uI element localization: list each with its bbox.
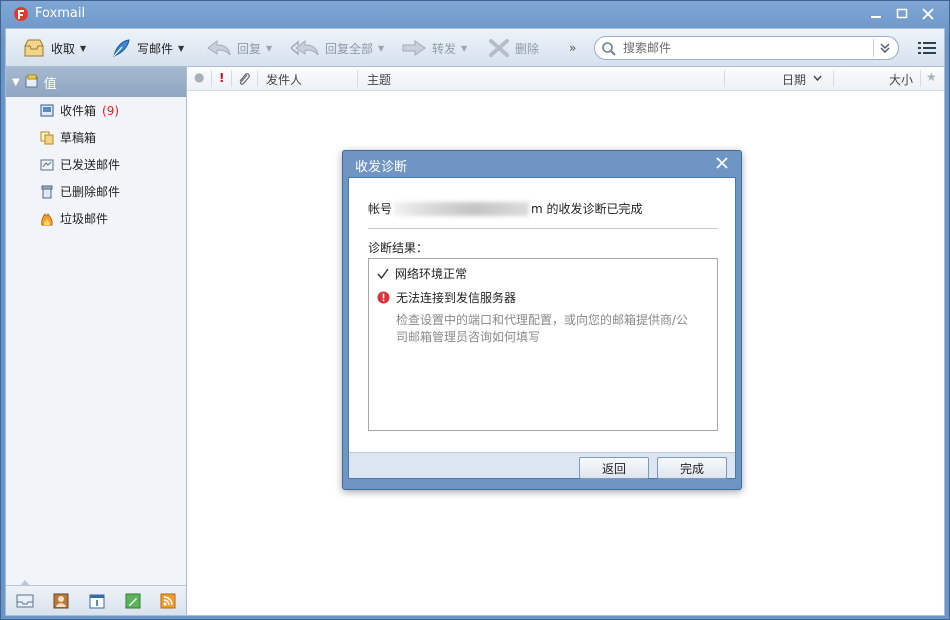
dialog-body: 帐号 m 的收发诊断已完成 诊断结果： 网络环境正常 无法连接到发信服务器 检查… [348,177,736,479]
folder-label: 垃圾邮件 [60,212,109,226]
flag-column-header[interactable]: ! [219,71,224,85]
main-toolbar: 收取 ▼ 写邮件 ▼ 回复 ▼ 回复全部 ▼ 转发 ▼ 删除 » 搜索邮件 [5,28,945,66]
reply-arrow-icon [207,39,231,56]
reply-all-button[interactable]: 回复全部 ▼ [290,29,384,67]
forward-label: 转发 [432,41,457,56]
error-icon [377,291,390,304]
inbox-tray-icon [24,39,44,57]
folder-label: 已发送邮件 [60,158,121,172]
folder-inbox[interactable]: 收件箱 (9) [6,97,186,124]
folder-drafts[interactable]: 草稿箱 [6,124,186,151]
app-title: Foxmail [35,6,86,21]
done-button[interactable]: 完成 [657,457,727,479]
foxmail-logo-icon [14,7,28,21]
sender-column-header[interactable]: 发件人 [266,71,302,88]
search-options-button[interactable] [873,39,895,57]
reply-all-arrow-icon [290,39,319,56]
reply-button[interactable]: 回复 ▼ [206,29,272,67]
mail-icon[interactable] [16,593,34,609]
forward-button[interactable]: 转发 ▼ [401,29,467,67]
divider [368,228,718,229]
status-prefix: 帐号 [368,202,393,216]
diagnosis-status: 帐号 m 的收发诊断已完成 [368,200,643,217]
compose-label: 写邮件 [137,41,174,56]
diagnosis-dialog: 收发诊断 帐号 m 的收发诊断已完成 诊断结果： 网络环境正常 无法连接到发信服… [342,150,742,490]
close-icon[interactable] [920,7,936,21]
reply-label: 回复 [237,41,262,56]
subject-column-header[interactable]: 主题 [367,71,391,88]
module-switcher [6,580,186,615]
date-column-header[interactable]: 日期 [782,71,806,88]
reply-dropdown-icon[interactable]: ▼ [266,44,272,53]
folder-label: 已删除邮件 [60,185,121,199]
trash-icon [41,185,53,198]
dialog-title: 收发诊断 [355,160,408,175]
account-header[interactable]: ▼ 值 [6,67,186,97]
reply-all-dropdown-icon[interactable]: ▼ [378,44,384,53]
folder-sent[interactable]: 已发送邮件 [6,151,186,178]
result-list: 网络环境正常 无法连接到发信服务器 检查设置中的端口和代理配置，或向您的邮箱提供… [368,258,718,431]
result-item-network: 网络环境正常 [377,265,467,282]
dialog-footer: 返回 完成 [349,452,735,479]
collapse-triangle-icon[interactable]: ▼ [12,77,20,88]
title-bar: Foxmail [1,1,949,28]
receive-label: 收取 [51,41,76,56]
compose-button[interactable]: 写邮件 ▼ [110,29,184,67]
search-input[interactable] [623,40,863,56]
rss-icon[interactable] [160,593,176,609]
result-item-smtp: 无法连接到发信服务器 [377,289,516,306]
drafts-icon [40,131,54,144]
contacts-icon[interactable] [53,593,69,609]
active-module-indicator [20,580,30,586]
receive-button[interactable]: 收取 ▼ [22,29,86,67]
search-icon [602,42,616,56]
account-name: 值 [43,76,57,92]
back-button[interactable]: 返回 [579,457,649,479]
account-icon [25,74,38,88]
feather-pen-icon [113,39,130,57]
folder-sidebar: ▼ 值 收件箱 (9) 草稿箱 已发送邮件 已删除邮件 垃圾邮件 [5,66,187,616]
maximize-icon[interactable] [894,7,910,21]
more-tools-button[interactable]: » [569,41,576,55]
star-column-icon[interactable]: ★ [926,70,937,84]
checkmark-icon [377,268,389,279]
delete-x-icon [489,39,509,57]
attachment-column-icon[interactable] [237,71,251,87]
reply-all-label: 回复全部 [325,41,374,56]
compose-dropdown-icon[interactable]: ▼ [178,44,184,53]
result-label: 诊断结果： [368,241,429,255]
forward-dropdown-icon[interactable]: ▼ [461,44,467,53]
folder-deleted[interactable]: 已删除邮件 [6,178,186,205]
junk-icon [41,212,53,225]
unread-count: (9) [102,103,120,118]
minimize-icon[interactable] [868,7,884,21]
mail-list-header: ● ! 发件人 主题 日期 大小 ★ [187,67,944,91]
result-hint: 检查设置中的端口和代理配置，或向您的邮箱提供商/公司邮箱管理员咨询如何填写 [396,313,689,344]
menu-list-icon[interactable] [918,40,936,56]
sort-chevron-down-icon[interactable] [813,74,822,83]
calendar-icon[interactable] [89,593,105,609]
delete-label: 删除 [515,41,540,56]
size-column-header[interactable]: 大小 [889,71,913,88]
receive-dropdown-icon[interactable]: ▼ [80,44,86,53]
double-chevron-down-icon [880,43,889,53]
read-status-column-icon[interactable]: ● [194,70,204,84]
search-box[interactable] [594,36,899,60]
delete-button[interactable]: 删除 [488,29,539,67]
status-suffix: m 的收发诊断已完成 [531,202,643,216]
redacted-account [394,201,530,216]
close-icon[interactable] [715,156,729,170]
folder-junk[interactable]: 垃圾邮件 [6,205,186,232]
inbox-icon [40,104,54,116]
sent-icon [40,159,54,170]
forward-arrow-icon [402,40,426,56]
result-text: 网络环境正常 [395,267,468,281]
folder-label: 收件箱 [60,104,97,118]
notes-icon[interactable] [125,593,141,609]
result-text: 无法连接到发信服务器 [396,291,517,305]
folder-label: 草稿箱 [60,131,97,145]
